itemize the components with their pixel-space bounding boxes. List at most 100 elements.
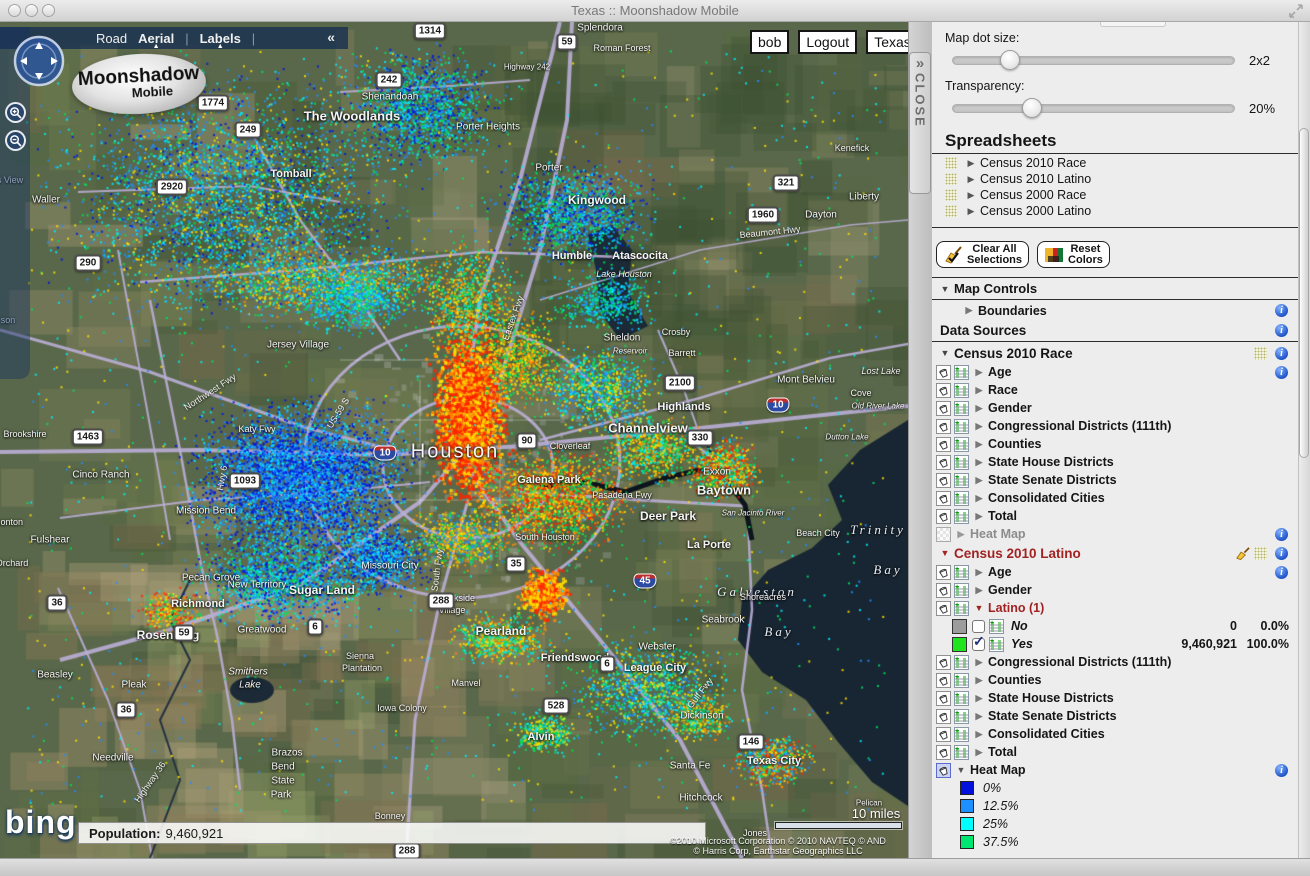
info-icon[interactable]: i [1275,547,1288,560]
data-row[interactable]: +▶Agei [932,563,1298,581]
zoom-out-button[interactable] [5,130,26,151]
triangle-down-icon[interactable]: ▼ [954,765,968,775]
spreadsheet-add-icon[interactable]: + [954,437,969,452]
info-icon[interactable]: i [1275,366,1288,379]
map-pan-compass[interactable] [13,35,65,87]
spreadsheet-item[interactable]: ▶Census 2000 Latino [932,203,1298,219]
spreadsheet-add-icon[interactable]: + [954,583,969,598]
paint-bucket-icon[interactable] [936,509,951,524]
spreadsheet-add-icon[interactable]: + [954,709,969,724]
triangle-right-icon[interactable]: ▶ [972,567,986,578]
value-row[interactable]: +No00.0% [932,617,1298,635]
triangle-right-icon[interactable]: ▶ [972,439,986,450]
data-row[interactable]: +▶Congressional Districts (111th) [932,653,1298,671]
triangle-right-icon[interactable]: ▶ [964,174,978,185]
map-viewport[interactable]: SplendoraHighway 242Roman ForestShenando… [0,22,908,858]
info-icon[interactable]: i [1275,304,1288,317]
section-header[interactable]: ▼Census 2010 Latinoi [932,543,1298,563]
dot-size-slider[interactable] [952,56,1235,65]
paint-bucket-icon[interactable] [936,401,951,416]
map-canvas[interactable] [0,22,908,858]
spreadsheet-add-icon[interactable]: + [989,619,1004,634]
paint-bucket-icon[interactable] [936,763,951,778]
paint-bucket-icon[interactable] [936,383,951,398]
triangle-right-icon[interactable]: ▶ [972,403,986,414]
checkbox-checked[interactable]: ✓ [972,638,985,651]
spreadsheet-add-icon[interactable]: + [954,419,969,434]
close-panel-tab[interactable]: » CLOSE [909,52,931,194]
paint-bucket-icon[interactable] [936,419,951,434]
spreadsheet-add-icon[interactable]: + [954,491,969,506]
triangle-right-icon[interactable]: ▶ [964,190,978,201]
triangle-right-icon[interactable]: ▶ [972,385,986,396]
data-row[interactable]: +▶State Senate Districts [932,707,1298,725]
spreadsheet-item[interactable]: ▶Census 2010 Race [932,155,1298,171]
info-icon[interactable]: i [1275,566,1288,579]
paint-bucket-icon[interactable] [936,473,951,488]
paint-bucket-icon[interactable] [936,491,951,506]
info-icon[interactable]: i [1275,764,1288,777]
data-row[interactable]: +▶Counties [932,671,1298,689]
spreadsheet-add-icon[interactable]: + [954,509,969,524]
reset-colors-button[interactable]: Reset Colors [1037,241,1110,268]
triangle-right-icon[interactable]: ▶ [972,421,986,432]
triangle-down-icon[interactable]: ▼ [938,548,952,558]
spreadsheet-add-icon[interactable]: + [954,655,969,670]
triangle-right-icon[interactable]: ▶ [972,457,986,468]
data-row[interactable]: +▶Total [932,507,1298,525]
spreadsheet-add-icon[interactable]: + [989,637,1004,652]
section-header[interactable]: ▼Census 2010 Racei [932,343,1298,363]
paint-bucket-icon[interactable] [936,583,951,598]
spreadsheet-add-icon[interactable]: + [954,601,969,616]
paint-bucket-icon[interactable] [936,709,951,724]
data-row[interactable]: +▶State House Districts [932,453,1298,471]
data-row[interactable]: +▶Gender [932,399,1298,417]
triangle-right-icon[interactable]: ▶ [972,657,986,668]
spreadsheet-add-icon[interactable]: + [954,455,969,470]
spreadsheet-add-icon[interactable]: + [954,745,969,760]
spreadsheet-add-icon[interactable]: + [954,565,969,580]
map-style-labels[interactable]: Labels ▲ [200,31,241,46]
info-icon[interactable]: i [1275,528,1288,541]
heatmap-row[interactable]: ▶Heat Mapi [932,525,1298,543]
triangle-right-icon[interactable]: ▶ [972,585,986,596]
data-row[interactable]: +▶Consolidated Cities [932,489,1298,507]
paint-bucket-icon[interactable] [936,565,951,580]
triangle-down-icon[interactable]: ▼ [938,348,952,358]
map-style-aerial[interactable]: Aerial ▲ [138,31,174,46]
paint-bucket-icon[interactable] [936,437,951,452]
map-button-bob[interactable]: bob [750,30,789,54]
map-button-texas[interactable]: Texas▼ [866,30,908,54]
zoom-in-button[interactable] [5,102,26,123]
spreadsheet-add-icon[interactable]: + [954,365,969,380]
value-row[interactable]: ✓+Yes9,460,921100.0% [932,635,1298,653]
data-row[interactable]: +▼Latino (1) [932,599,1298,617]
spreadsheet-add-icon[interactable]: + [954,401,969,416]
data-row[interactable]: +▶Congressional Districts (111th) [932,417,1298,435]
triangle-right-icon[interactable]: ▶ [962,305,976,316]
triangle-right-icon[interactable]: ▶ [972,675,986,686]
info-icon[interactable]: i [1275,324,1288,337]
paint-bucket-icon[interactable] [936,691,951,706]
data-row[interactable]: +▶State Senate Districts [932,471,1298,489]
paint-bucket-icon[interactable] [936,601,951,616]
sidebar-scrollbar-thumb[interactable] [1299,128,1309,458]
dot-size-slider-thumb[interactable] [1000,50,1020,70]
triangle-right-icon[interactable]: ▶ [972,367,986,378]
map-controls-header[interactable]: ▼ Map Controls [932,279,1298,298]
spreadsheet-add-icon[interactable]: + [954,691,969,706]
paint-bucket-icon[interactable] [936,745,951,760]
info-icon[interactable]: i [1275,347,1288,360]
paint-bucket-icon[interactable] [936,455,951,470]
data-row[interactable]: +▶Total [932,743,1298,761]
triangle-right-icon[interactable]: ▶ [972,493,986,504]
data-row[interactable]: +▶Counties [932,435,1298,453]
transparency-slider-thumb[interactable] [1022,98,1042,118]
triangle-down-icon[interactable]: ▼ [938,284,952,294]
triangle-right-icon[interactable]: ▶ [972,711,986,722]
collapse-toolbar-button[interactable]: « [327,29,334,45]
data-row[interactable]: +▶Gender [932,581,1298,599]
triangle-right-icon[interactable]: ▶ [954,529,968,540]
spreadsheet-add-icon[interactable]: + [954,473,969,488]
map-button-logout[interactable]: Logout [798,30,857,54]
